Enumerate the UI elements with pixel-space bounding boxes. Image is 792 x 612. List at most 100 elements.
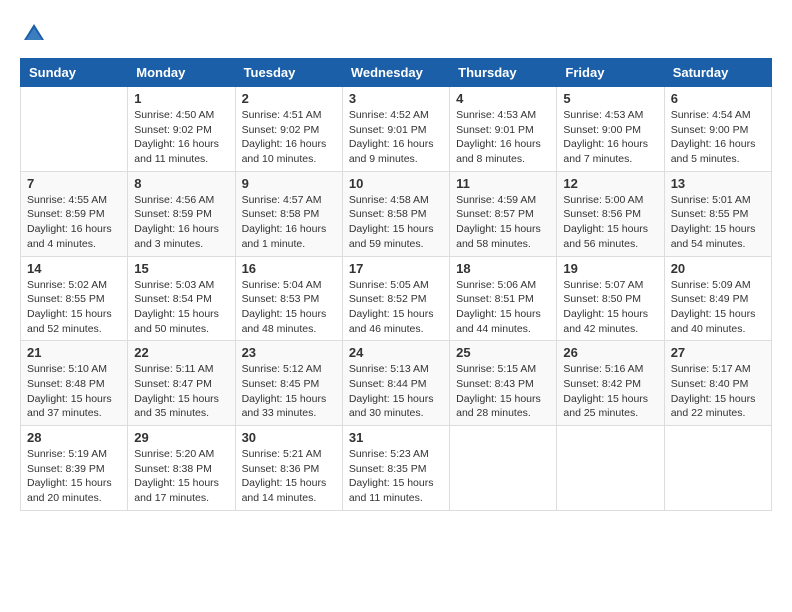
day-number: 17 bbox=[349, 261, 443, 276]
day-number: 31 bbox=[349, 430, 443, 445]
weekday-header-tuesday: Tuesday bbox=[235, 59, 342, 87]
calendar-table: SundayMondayTuesdayWednesdayThursdayFrid… bbox=[20, 58, 772, 511]
day-number: 15 bbox=[134, 261, 228, 276]
day-number: 1 bbox=[134, 91, 228, 106]
day-number: 20 bbox=[671, 261, 765, 276]
logo-icon bbox=[20, 20, 48, 48]
day-number: 6 bbox=[671, 91, 765, 106]
calendar-cell: 22 Sunrise: 5:11 AM Sunset: 8:47 PM Dayli… bbox=[128, 341, 235, 426]
day-info: Sunrise: 5:04 AM Sunset: 8:53 PM Dayligh… bbox=[242, 278, 336, 337]
calendar-week-row: 7 Sunrise: 4:55 AM Sunset: 8:59 PM Daylig… bbox=[21, 171, 772, 256]
calendar-cell: 19 Sunrise: 5:07 AM Sunset: 8:50 PM Dayli… bbox=[557, 256, 664, 341]
calendar-cell: 31 Sunrise: 5:23 AM Sunset: 8:35 PM Dayli… bbox=[342, 426, 449, 511]
day-number: 9 bbox=[242, 176, 336, 191]
calendar-cell: 5 Sunrise: 4:53 AM Sunset: 9:00 PM Daylig… bbox=[557, 87, 664, 172]
day-info: Sunrise: 5:23 AM Sunset: 8:35 PM Dayligh… bbox=[349, 447, 443, 506]
day-number: 21 bbox=[27, 345, 121, 360]
day-info: Sunrise: 5:20 AM Sunset: 8:38 PM Dayligh… bbox=[134, 447, 228, 506]
day-info: Sunrise: 4:53 AM Sunset: 9:01 PM Dayligh… bbox=[456, 108, 550, 167]
day-info: Sunrise: 5:10 AM Sunset: 8:48 PM Dayligh… bbox=[27, 362, 121, 421]
day-info: Sunrise: 5:00 AM Sunset: 8:56 PM Dayligh… bbox=[563, 193, 657, 252]
day-info: Sunrise: 5:07 AM Sunset: 8:50 PM Dayligh… bbox=[563, 278, 657, 337]
calendar-cell bbox=[450, 426, 557, 511]
day-info: Sunrise: 4:59 AM Sunset: 8:57 PM Dayligh… bbox=[456, 193, 550, 252]
day-info: Sunrise: 4:57 AM Sunset: 8:58 PM Dayligh… bbox=[242, 193, 336, 252]
weekday-header-wednesday: Wednesday bbox=[342, 59, 449, 87]
day-info: Sunrise: 5:01 AM Sunset: 8:55 PM Dayligh… bbox=[671, 193, 765, 252]
calendar-cell bbox=[21, 87, 128, 172]
day-info: Sunrise: 4:53 AM Sunset: 9:00 PM Dayligh… bbox=[563, 108, 657, 167]
calendar-week-row: 14Sunrise: 5:02 AM Sunset: 8:55 PM Dayli… bbox=[21, 256, 772, 341]
calendar-cell: 4 Sunrise: 4:53 AM Sunset: 9:01 PM Daylig… bbox=[450, 87, 557, 172]
calendar-cell: 17 Sunrise: 5:05 AM Sunset: 8:52 PM Dayli… bbox=[342, 256, 449, 341]
day-number: 22 bbox=[134, 345, 228, 360]
day-number: 5 bbox=[563, 91, 657, 106]
day-info: Sunrise: 5:13 AM Sunset: 8:44 PM Dayligh… bbox=[349, 362, 443, 421]
day-info: Sunrise: 4:56 AM Sunset: 8:59 PM Dayligh… bbox=[134, 193, 228, 252]
calendar-cell: 9 Sunrise: 4:57 AM Sunset: 8:58 PM Daylig… bbox=[235, 171, 342, 256]
calendar-cell: 23Sunrise: 5:12 AM Sunset: 8:45 PM Dayli… bbox=[235, 341, 342, 426]
day-info: Sunrise: 5:21 AM Sunset: 8:36 PM Dayligh… bbox=[242, 447, 336, 506]
calendar-cell: 12 Sunrise: 5:00 AM Sunset: 8:56 PM Dayli… bbox=[557, 171, 664, 256]
day-info: Sunrise: 5:11 AM Sunset: 8:47 PM Dayligh… bbox=[134, 362, 228, 421]
calendar-week-row: 1 Sunrise: 4:50 AM Sunset: 9:02 PM Daylig… bbox=[21, 87, 772, 172]
calendar-week-row: 28 Sunrise: 5:19 AM Sunset: 8:39 PM Dayli… bbox=[21, 426, 772, 511]
calendar-cell: 28 Sunrise: 5:19 AM Sunset: 8:39 PM Dayli… bbox=[21, 426, 128, 511]
calendar-cell: 18Sunrise: 5:06 AM Sunset: 8:51 PM Dayli… bbox=[450, 256, 557, 341]
calendar-cell: 3 Sunrise: 4:52 AM Sunset: 9:01 PM Daylig… bbox=[342, 87, 449, 172]
day-info: Sunrise: 4:58 AM Sunset: 8:58 PM Dayligh… bbox=[349, 193, 443, 252]
calendar-cell: 25 Sunrise: 5:15 AM Sunset: 8:43 PM Dayli… bbox=[450, 341, 557, 426]
calendar-cell bbox=[557, 426, 664, 511]
calendar-cell: 24 Sunrise: 5:13 AM Sunset: 8:44 PM Dayli… bbox=[342, 341, 449, 426]
weekday-header-row: SundayMondayTuesdayWednesdayThursdayFrid… bbox=[21, 59, 772, 87]
calendar-cell: 1 Sunrise: 4:50 AM Sunset: 9:02 PM Daylig… bbox=[128, 87, 235, 172]
day-info: Sunrise: 4:51 AM Sunset: 9:02 PM Dayligh… bbox=[242, 108, 336, 167]
calendar-cell: 26 Sunrise: 5:16 AM Sunset: 8:42 PM Dayli… bbox=[557, 341, 664, 426]
weekday-header-sunday: Sunday bbox=[21, 59, 128, 87]
weekday-header-friday: Friday bbox=[557, 59, 664, 87]
calendar-cell: 13Sunrise: 5:01 AM Sunset: 8:55 PM Dayli… bbox=[664, 171, 771, 256]
calendar-cell: 7 Sunrise: 4:55 AM Sunset: 8:59 PM Daylig… bbox=[21, 171, 128, 256]
day-number: 29 bbox=[134, 430, 228, 445]
day-info: Sunrise: 5:09 AM Sunset: 8:49 PM Dayligh… bbox=[671, 278, 765, 337]
day-number: 30 bbox=[242, 430, 336, 445]
calendar-cell: 16 Sunrise: 5:04 AM Sunset: 8:53 PM Dayli… bbox=[235, 256, 342, 341]
calendar-cell: 29 Sunrise: 5:20 AM Sunset: 8:38 PM Dayli… bbox=[128, 426, 235, 511]
day-number: 3 bbox=[349, 91, 443, 106]
day-number: 4 bbox=[456, 91, 550, 106]
day-info: Sunrise: 5:19 AM Sunset: 8:39 PM Dayligh… bbox=[27, 447, 121, 506]
day-info: Sunrise: 4:55 AM Sunset: 8:59 PM Dayligh… bbox=[27, 193, 121, 252]
calendar-cell bbox=[664, 426, 771, 511]
day-number: 16 bbox=[242, 261, 336, 276]
day-number: 27 bbox=[671, 345, 765, 360]
day-info: Sunrise: 5:05 AM Sunset: 8:52 PM Dayligh… bbox=[349, 278, 443, 337]
day-info: Sunrise: 4:50 AM Sunset: 9:02 PM Dayligh… bbox=[134, 108, 228, 167]
day-number: 7 bbox=[27, 176, 121, 191]
calendar-cell: 10Sunrise: 4:58 AM Sunset: 8:58 PM Dayli… bbox=[342, 171, 449, 256]
day-number: 2 bbox=[242, 91, 336, 106]
weekday-header-thursday: Thursday bbox=[450, 59, 557, 87]
day-number: 26 bbox=[563, 345, 657, 360]
day-info: Sunrise: 4:54 AM Sunset: 9:00 PM Dayligh… bbox=[671, 108, 765, 167]
day-number: 25 bbox=[456, 345, 550, 360]
calendar-cell: 6 Sunrise: 4:54 AM Sunset: 9:00 PM Daylig… bbox=[664, 87, 771, 172]
day-number: 28 bbox=[27, 430, 121, 445]
calendar-week-row: 21 Sunrise: 5:10 AM Sunset: 8:48 PM Dayli… bbox=[21, 341, 772, 426]
logo bbox=[20, 20, 50, 48]
day-number: 8 bbox=[134, 176, 228, 191]
calendar-cell: 11Sunrise: 4:59 AM Sunset: 8:57 PM Dayli… bbox=[450, 171, 557, 256]
day-number: 19 bbox=[563, 261, 657, 276]
day-info: Sunrise: 4:52 AM Sunset: 9:01 PM Dayligh… bbox=[349, 108, 443, 167]
day-info: Sunrise: 5:15 AM Sunset: 8:43 PM Dayligh… bbox=[456, 362, 550, 421]
weekday-header-monday: Monday bbox=[128, 59, 235, 87]
calendar-cell: 15 Sunrise: 5:03 AM Sunset: 8:54 PM Dayli… bbox=[128, 256, 235, 341]
day-info: Sunrise: 5:03 AM Sunset: 8:54 PM Dayligh… bbox=[134, 278, 228, 337]
calendar-cell: 30 Sunrise: 5:21 AM Sunset: 8:36 PM Dayli… bbox=[235, 426, 342, 511]
day-info: Sunrise: 5:17 AM Sunset: 8:40 PM Dayligh… bbox=[671, 362, 765, 421]
weekday-header-saturday: Saturday bbox=[664, 59, 771, 87]
day-info: Sunrise: 5:16 AM Sunset: 8:42 PM Dayligh… bbox=[563, 362, 657, 421]
day-number: 24 bbox=[349, 345, 443, 360]
day-number: 12 bbox=[563, 176, 657, 191]
day-info: Sunrise: 5:02 AM Sunset: 8:55 PM Dayligh… bbox=[27, 278, 121, 337]
day-info: Sunrise: 5:12 AM Sunset: 8:45 PM Dayligh… bbox=[242, 362, 336, 421]
